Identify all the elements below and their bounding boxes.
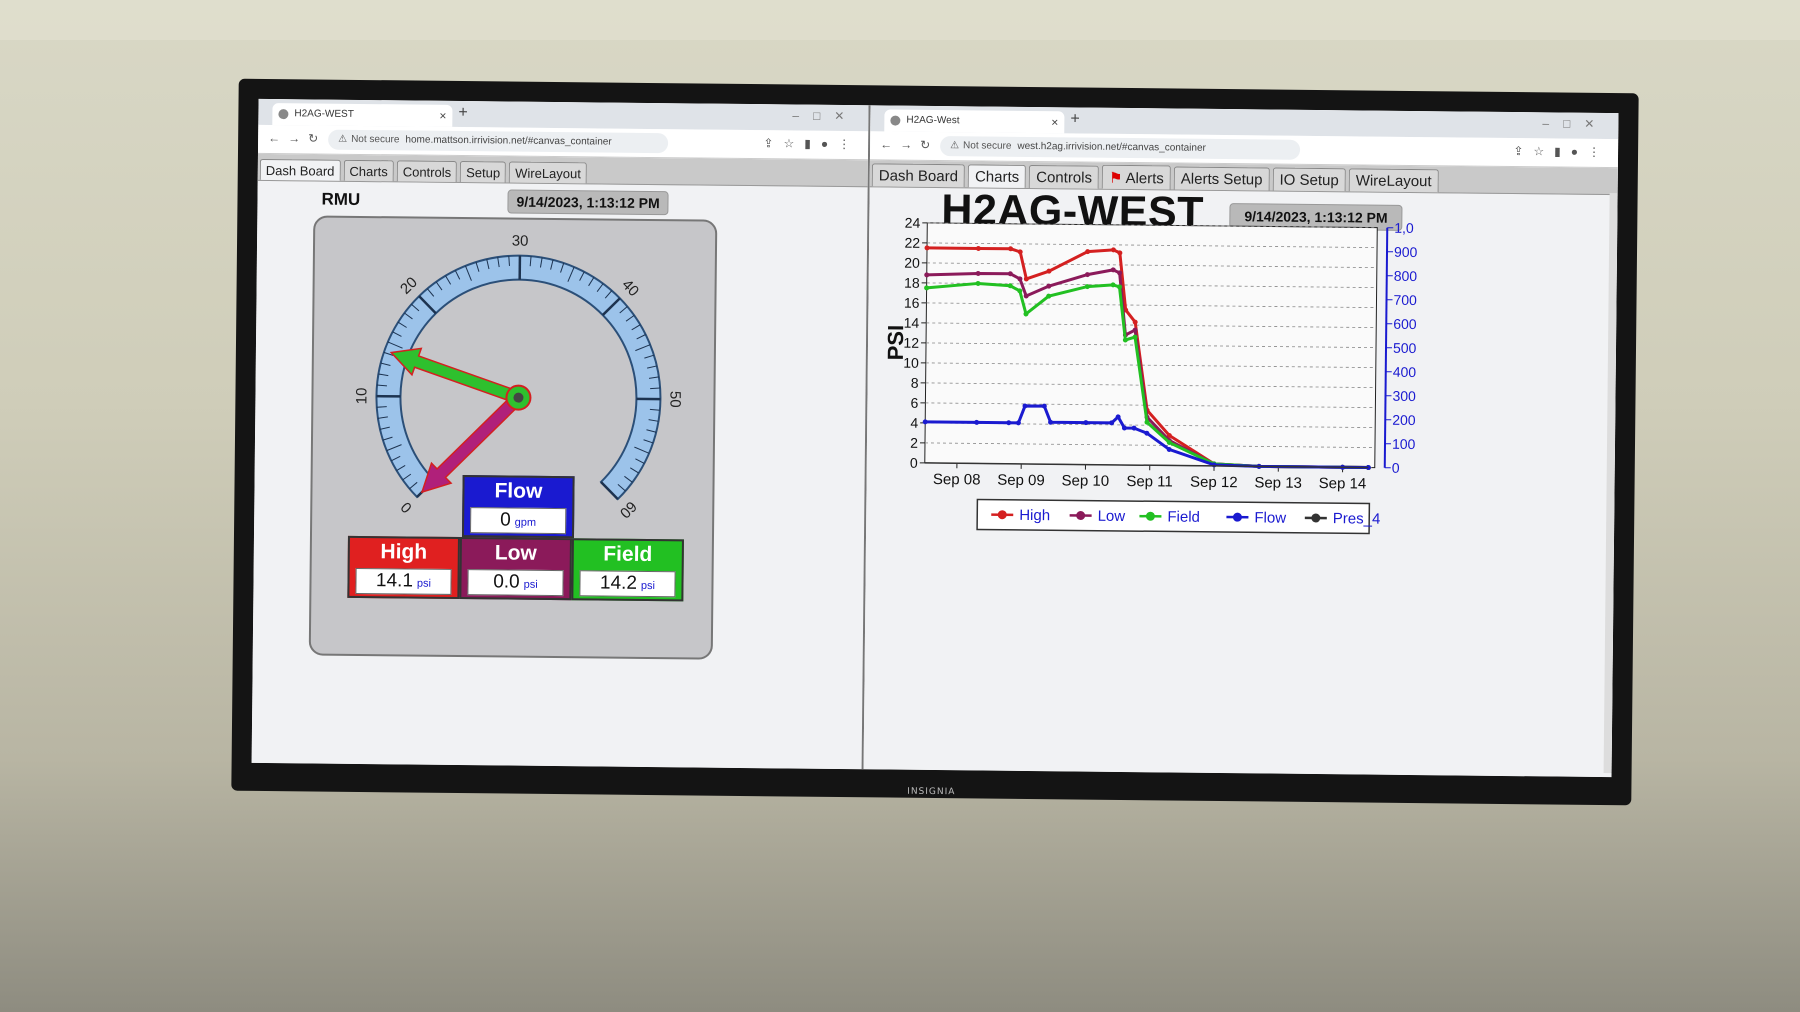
chart-y-tick-label: 0: [910, 455, 918, 471]
chart-y-tick-label: 24: [905, 215, 921, 231]
close-tab-icon[interactable]: ×: [439, 105, 446, 127]
tab-title: H2AG-WEST: [294, 108, 354, 120]
field-readout: Field 14.2 psi: [571, 538, 684, 602]
legend-label-low: Low: [1098, 508, 1126, 525]
chart-x-tick-label: Sep 08: [933, 471, 981, 488]
chart-y-tick-label: 6: [911, 395, 919, 411]
flow-value: 0: [500, 509, 511, 531]
chart-y2-tick-label: 200: [1392, 412, 1416, 428]
browser-tab[interactable]: H2AG-WEST ×: [272, 103, 453, 127]
chart-y-tick-label: 4: [910, 415, 918, 431]
chart-y2-tick-label: 500: [1393, 340, 1417, 356]
chart-x-tick-label: Sep 12: [1190, 474, 1238, 491]
gauge-tick-label: 50: [666, 391, 683, 408]
high-label: High: [380, 540, 428, 564]
chart-y-axis-label: PSI: [883, 325, 908, 361]
flow-unit: gpm: [514, 516, 537, 529]
tab-wirelayout[interactable]: WireLayout: [509, 161, 588, 184]
chart-y2-tick-label: 0: [1392, 460, 1400, 476]
field-value: 14.2: [599, 572, 638, 594]
chart-y-tick-label: 20: [904, 255, 920, 271]
device-label: RMU: [321, 189, 361, 209]
gauge-panel: 0 10 20 30 40 50 60 Flow 0 gpm High 14.1 psi Low…: [308, 215, 718, 660]
chart-y2-tick-label: 700: [1393, 292, 1417, 308]
high-unit: psi: [416, 577, 432, 590]
chart-y-tick-label: 18: [904, 275, 920, 291]
chart-y2-tick-label: 800: [1394, 268, 1418, 284]
warning-icon: ⚠: [338, 133, 348, 145]
high-readout: High 14.1 psi: [347, 535, 460, 600]
high-value: 14.1: [375, 570, 414, 592]
chart-x-tick-label: Sep 13: [1254, 474, 1302, 491]
chart-y2-tick-label: 300: [1392, 388, 1416, 404]
gauge-arc-band: [375, 254, 662, 501]
chart-x-tick-label: Sep 09: [997, 472, 1045, 489]
field-value-box: 14.2 psi: [579, 570, 676, 598]
legend-label-pres_4: Pres_4: [1333, 510, 1381, 527]
chart-y-tick-label: 22: [904, 235, 920, 251]
tab-controls[interactable]: Controls: [396, 160, 458, 182]
legend-label-field: Field: [1167, 508, 1200, 525]
window-controls[interactable]: ‒□✕: [792, 108, 858, 123]
chart-x-tick-label: Sep 10: [1061, 472, 1109, 489]
chart-y2-tick-label: 900: [1394, 244, 1418, 260]
flow-label: Flow: [494, 479, 543, 503]
new-tab-icon[interactable]: +: [458, 104, 468, 122]
gauge-tick-label: 40: [618, 276, 642, 300]
legend-label-high: High: [1019, 507, 1050, 524]
tab-charts[interactable]: Charts: [343, 159, 394, 182]
browser-window-left: H2AG-WEST × + ‒□✕ ←→↻ ⚠ Not secure home.ma…: [251, 98, 871, 770]
legend-label-flow: Flow: [1254, 509, 1286, 526]
browser-window-right: H2AG-West × + ‒□✕ ←→↻ ⚠ Not secure west.h2…: [863, 105, 1619, 778]
tent-beam: [0, 0, 1800, 40]
chart-y2-tick-label: 600: [1393, 316, 1417, 332]
gauge-tick-label: 10: [353, 388, 370, 405]
pressure-chart: 0246810121416182022240100200300400500600…: [883, 215, 1418, 535]
not-secure-label: Not secure: [351, 133, 400, 146]
chart-y2-tick-label: 1,0: [1394, 220, 1414, 236]
toolbar-icons[interactable]: ⇪☆▮●⋮: [763, 136, 860, 151]
gauge-tick-label: 30: [512, 233, 529, 250]
chart-y-tick-label: 2: [910, 435, 918, 451]
gauge-tick-label: 60: [616, 498, 640, 522]
url-field[interactable]: ⚠ Not secure home.mattson.irrivision.net/#…: [328, 129, 669, 154]
field-unit: psi: [640, 579, 656, 593]
chart-y-tick-label: 16: [904, 295, 920, 311]
tv-brand-logo: INSIGNIA: [907, 786, 956, 798]
flow-value-box: 0 gpm: [470, 507, 567, 535]
gauge-needle-field: [389, 347, 522, 405]
low-readout: Low 0.0 psi: [459, 537, 572, 601]
low-unit: psi: [523, 578, 538, 591]
chart-y2-tick-label: 400: [1393, 364, 1417, 380]
low-value-box: 0.0 psi: [467, 569, 564, 597]
field-label: Field: [603, 542, 653, 567]
low-value: 0.0: [493, 571, 520, 593]
favicon-icon: [278, 109, 289, 120]
tv-screen: H2AG-WEST × + ‒□✕ ←→↻ ⚠ Not secure home.ma…: [251, 98, 1619, 778]
nav-buttons[interactable]: ←→↻: [268, 131, 326, 146]
timestamp: 9/14/2023, 1:13:12 PM: [507, 189, 669, 216]
chart-y2-tick-label: 100: [1392, 436, 1416, 452]
chart-x-tick-label: Sep 11: [1126, 473, 1173, 490]
gauge-tick-label: 0: [398, 498, 416, 516]
url-text: home.mattson.irrivision.net/#canvas_cont…: [405, 134, 612, 148]
tv-monitor: H2AG-WEST × + ‒□✕ ←→↻ ⚠ Not secure home.ma…: [231, 78, 1639, 806]
high-value-box: 14.1 psi: [355, 567, 452, 595]
chart-y-tick-label: 8: [911, 375, 919, 391]
chart-x-tick-label: Sep 14: [1319, 475, 1367, 492]
gauge-tick-label: 20: [397, 274, 421, 298]
flow-readout: Flow 0 gpm: [461, 475, 575, 539]
tab-dashboard[interactable]: Dash Board: [259, 158, 341, 181]
tab-setup[interactable]: Setup: [460, 161, 507, 183]
low-label: Low: [494, 541, 537, 565]
